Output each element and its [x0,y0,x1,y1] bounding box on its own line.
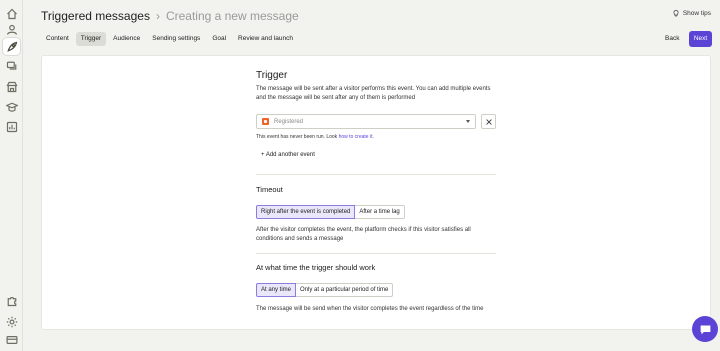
rocket-icon[interactable] [3,38,20,55]
messages-icon[interactable] [3,57,20,74]
time-window-description: The message will be send when the visito… [256,306,484,312]
timeout-heading: Timeout [256,185,283,194]
remove-event-button[interactable] [481,114,496,129]
chat-icon [700,324,710,334]
store-icon[interactable] [3,78,20,95]
tab-trigger[interactable]: Trigger [75,32,107,46]
trigger-form: Trigger The message will be sent after a… [256,70,499,312]
billing-card-icon[interactable] [3,331,20,348]
tab-goal[interactable]: Goal [207,32,231,46]
page-title: Triggered messages › Creating a new messag… [41,9,299,23]
breadcrumb-separator: › [155,9,160,23]
tab-content[interactable]: Content [41,32,74,46]
trigger-heading: Trigger [256,70,288,81]
page-title-main: Triggered messages [41,9,150,23]
time-window-options: At any time Only at a particular period … [256,283,394,297]
tab-sending-settings[interactable]: Sending settings [147,32,205,46]
option-any-time[interactable]: At any time [256,283,297,297]
reports-icon[interactable] [3,118,20,135]
tab-review-and-launch[interactable]: Review and launch [233,32,298,46]
page-subtitle: Creating a new message [165,9,299,23]
event-hint-text: This event has never been run. Look [256,134,339,140]
event-hint: This event has never been run. Look how … [256,134,374,140]
home-icon[interactable] [3,5,20,22]
tab-audience[interactable]: Audience [108,32,145,46]
section-divider [256,174,496,175]
option-right-after-event[interactable]: Right after the event is completed [256,205,356,219]
chevron-down-icon [466,120,470,123]
step-tabs: Content Trigger Audience Sending setting… [41,32,298,46]
close-icon [485,118,492,125]
settings-gear-icon[interactable] [3,313,20,330]
event-type-icon [262,118,269,125]
graduation-cap-icon[interactable] [3,98,20,115]
sidebar [0,0,23,351]
show-tips-label: Show tips [682,9,711,17]
back-button[interactable]: Back [662,32,682,46]
user-icon[interactable] [3,21,20,38]
option-after-time-lag[interactable]: After a time lag [355,205,405,219]
show-tips-button[interactable]: Show tips [672,9,711,17]
event-select-value: Registered [274,118,304,125]
trigger-description: The message will be sent after a visitor… [256,86,491,101]
chat-support-button[interactable] [692,316,718,342]
time-window-heading: At what time the trigger should work [256,263,376,272]
next-button[interactable]: Next [689,31,712,47]
section-divider [256,253,496,254]
option-particular-period[interactable]: Only at a particular period of time [296,283,394,297]
timeout-options: Right after the event is completed After… [256,205,405,219]
lightbulb-icon [673,10,679,17]
add-another-event-button[interactable]: + Add another event [261,152,315,158]
puzzle-icon[interactable] [3,292,20,309]
how-to-create-link[interactable]: how to create it. [339,134,374,140]
event-select[interactable]: Registered [256,114,476,129]
timeout-description: After the visitor completes the event, t… [256,227,471,242]
trigger-panel: Trigger The message will be sent after a… [41,55,711,330]
